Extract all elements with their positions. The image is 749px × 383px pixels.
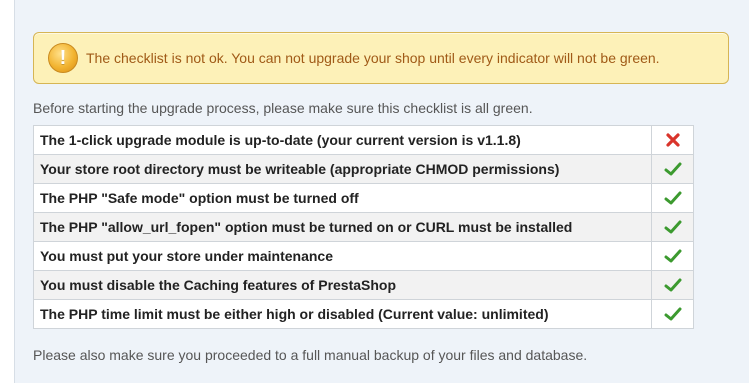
checklist-row: The PHP "allow_url_fopen" option must be… <box>33 212 694 242</box>
upgrade-panel: ! The checklist is not ok. You can not u… <box>14 0 749 383</box>
green-check-icon <box>664 189 682 206</box>
upgrade-checklist-table: The 1-click upgrade module is up-to-date… <box>33 125 694 329</box>
exclamation-icon: ! <box>48 43 78 73</box>
checklist-item-status <box>651 183 694 213</box>
checklist-item-status <box>651 270 694 300</box>
checklist-item-label: You must disable the Caching features of… <box>33 270 652 300</box>
checklist-item-status <box>651 241 694 271</box>
checklist-item-label: The PHP "Safe mode" option must be turne… <box>33 183 652 213</box>
checklist-item-status <box>651 125 694 155</box>
checklist-row: Your store root directory must be writea… <box>33 154 694 184</box>
green-check-icon <box>664 276 682 293</box>
checklist-row: You must disable the Caching features of… <box>33 270 694 300</box>
checklist-item-label: You must put your store under maintenanc… <box>33 241 652 271</box>
checklist-item-label: The 1-click upgrade module is up-to-date… <box>33 125 652 155</box>
green-check-icon <box>664 218 682 235</box>
checklist-row: You must put your store under maintenanc… <box>33 241 694 271</box>
green-check-icon <box>664 247 682 264</box>
checklist-row: The 1-click upgrade module is up-to-date… <box>33 125 694 155</box>
checklist-row: The PHP time limit must be either high o… <box>33 299 694 329</box>
checklist-item-status <box>651 299 694 329</box>
checklist-item-label: The PHP "allow_url_fopen" option must be… <box>33 212 652 242</box>
green-check-icon <box>664 305 682 322</box>
red-x-icon <box>665 131 681 148</box>
checklist-item-status <box>651 212 694 242</box>
checklist-item-status <box>651 154 694 184</box>
checklist-row: The PHP "Safe mode" option must be turne… <box>33 183 694 213</box>
checklist-item-label: The PHP time limit must be either high o… <box>33 299 652 329</box>
backup-reminder: Please also make sure you proceeded to a… <box>33 347 588 363</box>
checklist-intro: Before starting the upgrade process, ple… <box>33 100 533 116</box>
checklist-warning-alert: ! The checklist is not ok. You can not u… <box>33 32 729 84</box>
checklist-item-label: Your store root directory must be writea… <box>33 154 652 184</box>
green-check-icon <box>664 160 682 177</box>
warning-message: The checklist is not ok. You can not upg… <box>86 50 660 66</box>
